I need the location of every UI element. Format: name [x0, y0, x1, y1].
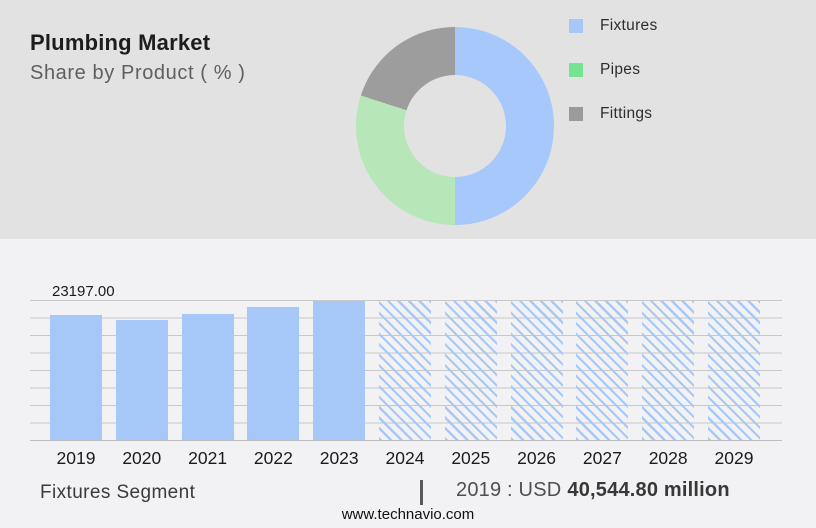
legend-swatch-fixtures [569, 19, 583, 33]
donut-chart [356, 27, 554, 225]
bar-chart-plot: 23197.00 2019 2020 2021 2022 2023 2024 2025 2026… [30, 284, 782, 468]
x-tick-label-2028: 2028 [648, 448, 688, 468]
x-tick-label-2029: 2029 [714, 448, 754, 468]
x-tick-label-2022: 2022 [253, 448, 293, 468]
bar-2020 [115, 320, 168, 440]
legend-label: Pipes [600, 61, 641, 78]
bar-column-2028: 2028 [642, 300, 695, 468]
legend-swatch-fittings [569, 107, 583, 121]
bar-column-2023: 2023 [313, 300, 366, 468]
segment-label: Fixtures Segment [40, 482, 196, 503]
bar-2027 [576, 301, 629, 440]
x-tick-label-2024: 2024 [385, 448, 425, 468]
bar-column-2019: 23197.00 2019 [50, 284, 115, 468]
x-tick-label-2019: 2019 [56, 448, 96, 468]
legend-item-fixtures: Fixtures [569, 17, 658, 35]
bar-column-2029: 2029 [707, 300, 760, 468]
donut-legend: Fixtures Pipes Fittings [569, 17, 658, 123]
bar-column-2025: 2025 [444, 300, 497, 468]
highlight-value-prefix: 2019 : USD [456, 479, 562, 501]
website-text: www.technavio.com [341, 506, 475, 523]
bar-column-2022: 2022 [247, 300, 300, 468]
x-tick-label-2026: 2026 [517, 448, 557, 468]
bar-chart-section: 23197.00 2019 2020 2021 2022 2023 2024 2025 2026… [0, 239, 816, 528]
legend-label: Fittings [600, 105, 653, 122]
legend-label: Fixtures [600, 17, 658, 34]
bar-2019 [50, 315, 102, 440]
bar-chart-bars: 23197.00 2019 2020 2021 2022 2023 2024 2025 2026… [30, 284, 782, 468]
bar-2023 [313, 300, 366, 440]
bar-value-label: 23197.00 [52, 283, 115, 300]
legend-item-fittings: Fittings [569, 105, 658, 123]
x-tick-label-2021: 2021 [188, 448, 228, 468]
legend-swatch-pipes [569, 63, 583, 77]
infographic-page: Plumbing Market Share by Product ( % ) F… [0, 0, 816, 528]
bar-2026 [510, 301, 563, 440]
bar-2022 [247, 307, 300, 440]
x-tick-label-2023: 2023 [319, 448, 359, 468]
page-title: Plumbing Market [30, 30, 211, 55]
bar-column-2020: 2020 [115, 300, 168, 468]
bar-column-2024: 2024 [378, 300, 431, 468]
bar-2029 [707, 301, 760, 440]
bar-2021 [181, 313, 234, 440]
x-tick-label-2027: 2027 [582, 448, 622, 468]
legend-item-pipes: Pipes [569, 61, 658, 79]
x-tick-label-2025: 2025 [451, 448, 491, 468]
x-tick-label-2020: 2020 [122, 448, 162, 468]
top-section: Plumbing Market Share by Product ( % ) F… [0, 0, 816, 239]
bar-2028 [642, 301, 695, 440]
bar-2024 [378, 301, 431, 440]
bar-column-2027: 2027 [576, 300, 629, 468]
bar-column-2026: 2026 [510, 300, 563, 468]
footer-separator-bar [420, 480, 423, 505]
donut-hole [404, 75, 506, 177]
page-subtitle: Share by Product ( % ) [30, 62, 246, 84]
bar-column-2021: 2021 [181, 300, 234, 468]
bar-2025 [444, 301, 497, 440]
highlight-value: 2019 : USD 40,544.80 million [456, 479, 730, 502]
highlight-value-amount: 40,544.80 million [567, 479, 730, 501]
